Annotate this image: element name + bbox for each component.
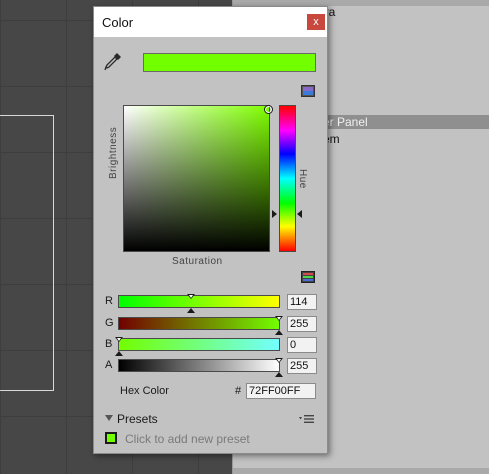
alpha-slider[interactable] (118, 358, 283, 377)
green-slider-handle-bottom[interactable] (275, 330, 283, 335)
blue-value-field[interactable]: 0 (287, 337, 317, 353)
alpha-slider-handle[interactable] (275, 358, 283, 363)
slider-label-b: B (105, 338, 113, 350)
add-preset-row[interactable]: Click to add new preset (94, 431, 327, 447)
presets-label: Presets (117, 412, 158, 426)
slider-mode-icon[interactable] (301, 271, 315, 283)
hex-color-label: Hex Color (120, 385, 169, 397)
triangle-down-icon[interactable] (105, 415, 113, 421)
saturation-brightness-field[interactable] (123, 105, 273, 252)
close-icon: x (313, 16, 319, 28)
color-picker-window: Color x Brightness Hue Saturation R 114 … (93, 6, 328, 454)
green-slider-handle[interactable] (275, 316, 283, 321)
hierarchy-footer-strip (233, 468, 489, 474)
add-preset-text[interactable]: Click to add new preset (125, 432, 250, 446)
brightness-gradient (124, 106, 269, 251)
hue-handle-left[interactable] (272, 209, 277, 218)
hierarchy-item-label: er Panel (323, 115, 368, 129)
preset-color-swatch[interactable] (105, 432, 117, 444)
alpha-value-field[interactable]: 255 (287, 358, 317, 374)
slider-label-a: A (105, 359, 113, 371)
presets-header[interactable]: Presets (94, 411, 327, 427)
slider-row-g: G 255 (94, 315, 327, 335)
red-slider-handle-bottom[interactable] (186, 308, 195, 313)
slider-row-a: A 255 (94, 357, 327, 377)
color-mode-icon[interactable] (301, 85, 315, 97)
scene-canvas-outline (0, 115, 54, 391)
hue-label: Hue (297, 169, 308, 189)
menu-icon[interactable] (299, 414, 315, 424)
saturation-brightness-cursor[interactable] (264, 105, 273, 114)
eyedropper-icon[interactable] (104, 52, 122, 72)
red-slider[interactable] (118, 294, 280, 313)
red-value-field[interactable]: 114 (287, 294, 317, 310)
slider-label-r: R (105, 295, 113, 307)
current-color-swatch[interactable] (143, 53, 316, 72)
saturation-label: Saturation (172, 256, 223, 267)
hue-slider[interactable] (279, 105, 296, 252)
blue-slider-handle[interactable] (115, 337, 123, 342)
slider-row-r: R 114 (94, 293, 327, 313)
green-value-field[interactable]: 255 (287, 316, 317, 332)
hex-hash-symbol: # (235, 385, 242, 397)
title-bar[interactable]: Color x (94, 7, 327, 37)
hex-color-field[interactable]: 72FF00FF (246, 383, 316, 399)
slider-label-g: G (105, 317, 114, 329)
hue-handle-right[interactable] (297, 209, 302, 218)
green-slider[interactable] (118, 316, 283, 335)
window-title: Color (102, 15, 134, 30)
close-button[interactable]: x (307, 14, 325, 30)
blue-slider[interactable] (115, 337, 280, 356)
slider-row-b: B 0 (94, 336, 327, 356)
red-slider-handle[interactable] (186, 294, 195, 299)
alpha-slider-handle-bottom[interactable] (275, 372, 283, 377)
brightness-label: Brightness (108, 126, 119, 179)
blue-slider-handle-bottom[interactable] (115, 351, 123, 356)
